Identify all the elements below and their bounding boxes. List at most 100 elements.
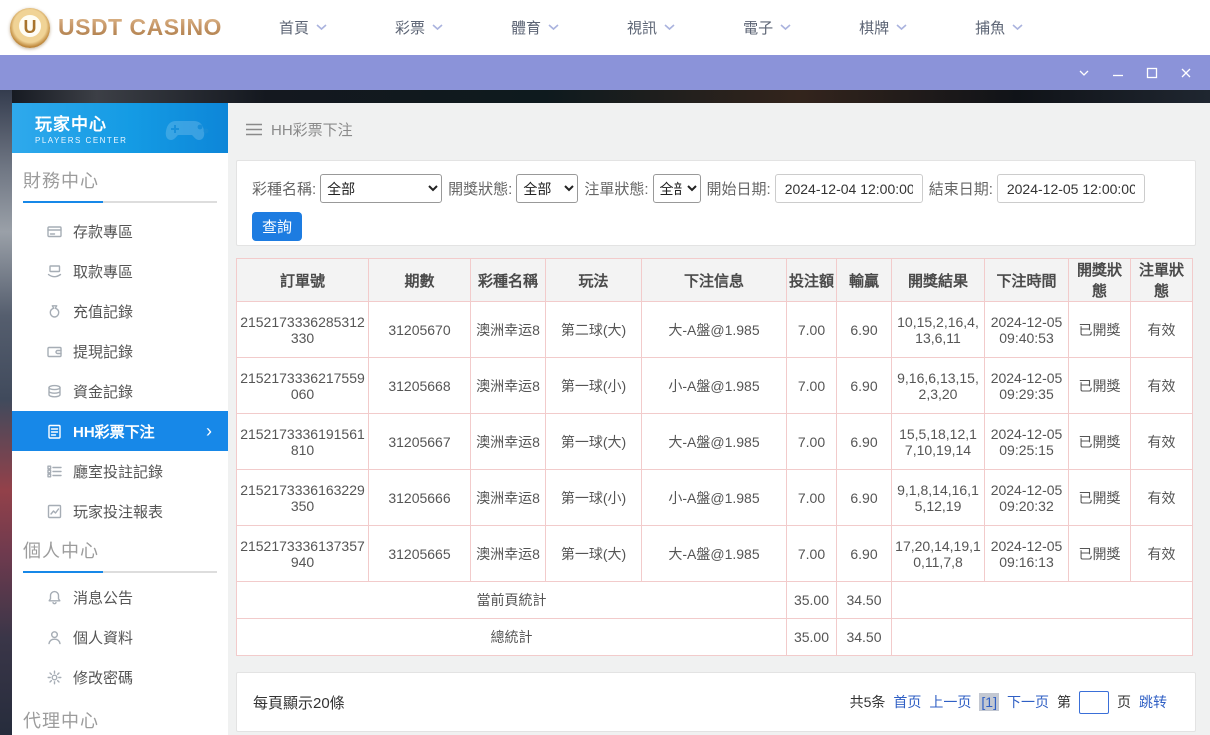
pagination: 共5条 首页 上一页 [1] 下一页 第 页 跳转 bbox=[850, 690, 1167, 714]
site-logo[interactable]: U USDT CASINO bbox=[0, 7, 245, 48]
draw-status-select[interactable]: 全部 bbox=[516, 174, 579, 203]
cell-bet-amount: 7.00 bbox=[786, 469, 837, 526]
cell-draw-status: 已開獎 bbox=[1068, 525, 1131, 582]
next-page-link[interactable]: 下一页 bbox=[1007, 692, 1049, 712]
page-size-text: 每頁顯示20條 bbox=[253, 694, 345, 712]
chevron-down-icon bbox=[432, 24, 443, 31]
cell-draw-result: 10,15,2,16,4,13,6,11 bbox=[891, 301, 985, 358]
cell-playtype: 第一球(大) bbox=[545, 413, 642, 470]
window-titlebar bbox=[0, 55, 1210, 90]
sidebar-item-hh-lottery-bets[interactable]: HH彩票下注 › bbox=[12, 411, 228, 451]
chevron-down-icon bbox=[316, 24, 327, 31]
nav-item-fishing[interactable]: 捕魚 bbox=[941, 17, 1057, 38]
total-summary-label: 總統計 bbox=[236, 618, 787, 656]
cell-period: 31205670 bbox=[368, 301, 471, 358]
sidebar-item-funds-record[interactable]: 資金記錄 bbox=[12, 371, 228, 411]
cell-bet-info: 大-A盤@1.985 bbox=[641, 301, 787, 358]
jump-button[interactable]: 跳转 bbox=[1139, 692, 1167, 712]
lottery-name-select[interactable]: 全部 bbox=[320, 174, 443, 203]
column-header-draw-result: 開獎結果 bbox=[891, 258, 985, 302]
cell-order-status: 有效 bbox=[1130, 469, 1193, 526]
wallet-icon bbox=[45, 343, 63, 360]
cell-bet-amount: 7.00 bbox=[786, 525, 837, 582]
cell-winloss: 6.90 bbox=[836, 413, 892, 470]
cell-period: 31205667 bbox=[368, 413, 471, 470]
column-header-bet-time: 下注時間 bbox=[984, 258, 1069, 302]
sidebar-item-change-password[interactable]: 修改密碼 bbox=[12, 657, 228, 697]
nav-item-live[interactable]: 視訊 bbox=[593, 17, 709, 38]
list-icon bbox=[45, 463, 63, 480]
nav-label: 電子 bbox=[743, 20, 774, 37]
sidebar-item-hall-bet-record[interactable]: 廳室投註記錄 bbox=[12, 451, 228, 491]
hamburger-menu-icon[interactable] bbox=[246, 123, 262, 136]
sidebar-item-label: HH彩票下注 bbox=[73, 423, 155, 441]
sidebar-item-label: 充值記錄 bbox=[73, 303, 134, 321]
sidebar: 玩家中心 PLAYERS CENTER 財務中心 存款專區 取款專區 充值記錄 … bbox=[12, 103, 228, 735]
search-button[interactable]: 查詢 bbox=[252, 212, 302, 241]
chevron-right-icon: › bbox=[206, 421, 212, 441]
cell-order-no: 2152173336217559060 bbox=[236, 357, 369, 414]
cell-period: 31205665 bbox=[368, 525, 471, 582]
cell-period: 31205666 bbox=[368, 469, 471, 526]
cell-playtype: 第一球(小) bbox=[545, 469, 642, 526]
sidebar-item-label: 消息公告 bbox=[73, 589, 134, 607]
page-summary-empty-cell bbox=[891, 581, 1193, 619]
section-heading-finance: 財務中心 bbox=[23, 171, 99, 191]
lottery-name-label: 彩種名稱: bbox=[252, 181, 317, 198]
end-date-input[interactable] bbox=[996, 174, 1145, 203]
table-row: 2152173336191561810 31205667 澳洲幸运8 第一球(大… bbox=[236, 413, 1193, 470]
cell-bet-info: 小-A盤@1.985 bbox=[641, 357, 787, 414]
page-header: HH彩票下注 bbox=[228, 103, 1210, 155]
nav-item-home[interactable]: 首頁 bbox=[245, 17, 361, 38]
table-row: 2152173336137357940 31205665 澳洲幸运8 第一球(大… bbox=[236, 525, 1193, 582]
background-photo-strip bbox=[0, 90, 12, 735]
maximize-icon[interactable] bbox=[1142, 63, 1162, 83]
close-icon[interactable] bbox=[1176, 63, 1196, 83]
cell-bet-info: 大-A盤@1.985 bbox=[641, 525, 787, 582]
start-date-input[interactable] bbox=[774, 174, 923, 203]
minimize-icon[interactable] bbox=[1108, 63, 1128, 83]
nav-item-sports[interactable]: 體育 bbox=[477, 17, 593, 38]
page-jump-input[interactable] bbox=[1079, 690, 1109, 714]
sidebar-item-label: 修改密碼 bbox=[73, 669, 134, 687]
sidebar-item-announcements[interactable]: 消息公告 bbox=[12, 577, 228, 617]
sidebar-item-player-bet-report[interactable]: 玩家投注報表 bbox=[12, 491, 228, 531]
cell-draw-status: 已開獎 bbox=[1068, 357, 1131, 414]
gear-icon bbox=[45, 669, 63, 686]
coins-icon bbox=[45, 383, 63, 400]
nav-label: 視訊 bbox=[627, 20, 658, 37]
table-row: 2152173336163229350 31205666 澳洲幸运8 第一球(小… bbox=[236, 469, 1193, 526]
column-header-winloss: 輸贏 bbox=[836, 258, 892, 302]
chevron-down-icon[interactable] bbox=[1074, 63, 1094, 83]
column-header-lottery-name: 彩種名稱 bbox=[470, 258, 546, 302]
nav-item-lottery[interactable]: 彩票 bbox=[361, 17, 477, 38]
cell-playtype: 第一球(大) bbox=[545, 525, 642, 582]
cell-order-status: 有效 bbox=[1130, 413, 1193, 470]
nav-item-slots[interactable]: 電子 bbox=[709, 17, 825, 38]
current-page-indicator[interactable]: [1] bbox=[979, 693, 999, 711]
cell-bet-amount: 7.00 bbox=[786, 357, 837, 414]
prev-page-link[interactable]: 上一页 bbox=[929, 692, 971, 712]
first-page-link[interactable]: 首页 bbox=[893, 692, 921, 712]
sidebar-item-label: 資金記錄 bbox=[73, 383, 134, 401]
money-bag-icon bbox=[45, 303, 63, 320]
report-icon bbox=[45, 503, 63, 520]
sidebar-item-label: 個人資料 bbox=[73, 629, 134, 647]
order-status-select[interactable]: 全部 bbox=[652, 174, 701, 203]
sidebar-item-deposit[interactable]: 存款專區 bbox=[12, 211, 228, 251]
cell-lottery-name: 澳洲幸运8 bbox=[470, 469, 546, 526]
sidebar-item-recharge-record[interactable]: 充值記錄 bbox=[12, 291, 228, 331]
sidebar-item-withdrawal-record[interactable]: 提現記錄 bbox=[12, 331, 228, 371]
chevron-down-icon bbox=[780, 24, 791, 31]
start-date-label: 開始日期: bbox=[706, 181, 771, 198]
cell-order-no: 2152173336137357940 bbox=[236, 525, 369, 582]
column-header-bet-info: 下注信息 bbox=[641, 258, 787, 302]
nav-item-cards[interactable]: 棋牌 bbox=[825, 17, 941, 38]
personal-menu: 消息公告 個人資料 修改密碼 bbox=[12, 577, 228, 697]
sidebar-item-withdraw[interactable]: 取款專區 bbox=[12, 251, 228, 291]
cell-bet-info: 大-A盤@1.985 bbox=[641, 413, 787, 470]
logo-text: USDT CASINO bbox=[58, 14, 222, 40]
page-title: HH彩票下注 bbox=[271, 121, 353, 139]
sidebar-item-profile[interactable]: 個人資料 bbox=[12, 617, 228, 657]
user-icon bbox=[45, 629, 63, 646]
